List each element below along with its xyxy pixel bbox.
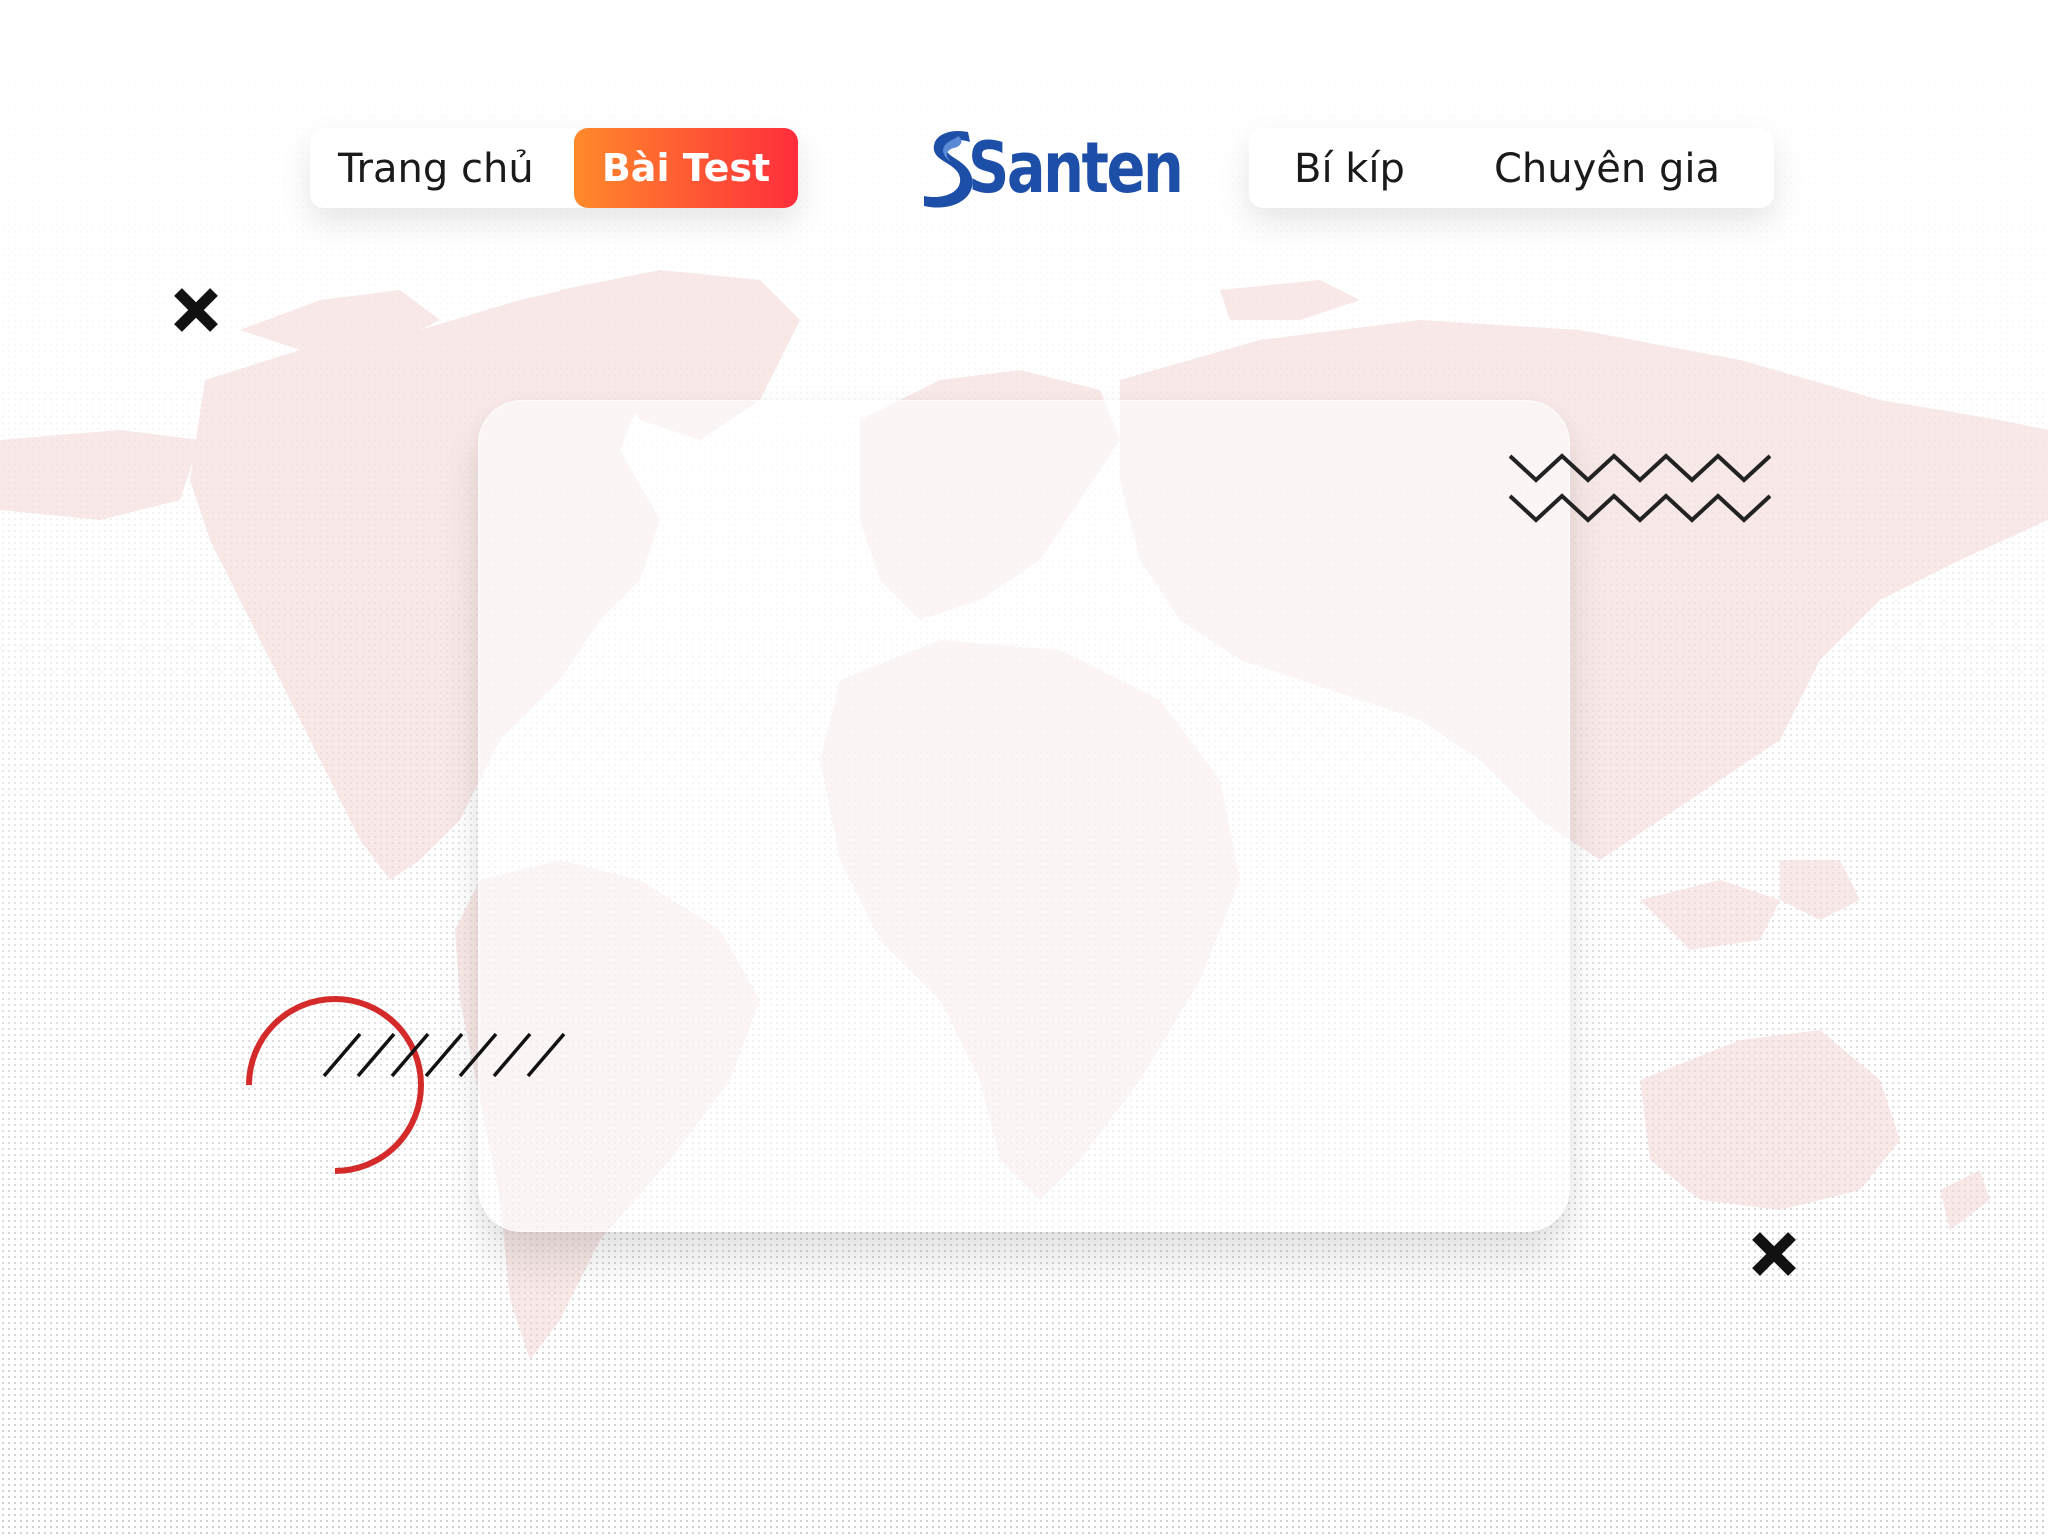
santen-logo[interactable]: Santen — [918, 122, 1184, 212]
red-arc — [246, 996, 424, 1174]
content-card — [478, 400, 1570, 1232]
zigzag-lines — [1508, 453, 1772, 523]
santen-logo-text: Santen — [968, 127, 1184, 209]
nav-test-button[interactable]: Bài Test — [574, 128, 798, 208]
close-x-icon — [1752, 1232, 1796, 1276]
diagonal-hatch — [322, 1032, 566, 1078]
nav-expert-link[interactable]: Chuyên gia — [1494, 146, 1720, 192]
nav-tips-link[interactable]: Bí kíp — [1294, 146, 1405, 192]
nav-home-link[interactable]: Trang chủ — [338, 146, 534, 192]
nav-right-group: Bí kíp Chuyên gia — [1249, 128, 1774, 208]
nav-left-group: Trang chủ Bài Test — [310, 128, 798, 208]
close-x-icon — [174, 288, 218, 332]
